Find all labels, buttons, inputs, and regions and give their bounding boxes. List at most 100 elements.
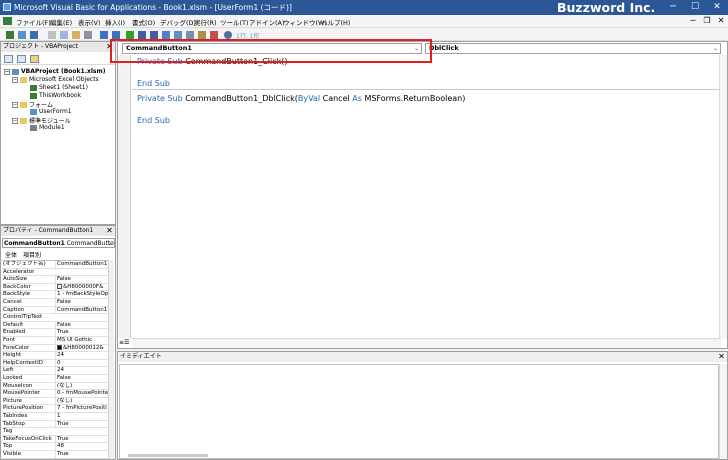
property-row[interactable]: TabStop True	[2, 420, 108, 429]
excel-icon[interactable]	[3, 17, 12, 25]
immediate-vertical-scrollbar[interactable]	[719, 364, 727, 459]
property-value[interactable]: 1 - fmBackStyleOp	[55, 291, 108, 299]
close-button[interactable]: ✕	[706, 0, 728, 15]
property-value[interactable]: True	[55, 435, 108, 443]
immediate-input-area[interactable]	[119, 364, 719, 459]
properties-scrollbar[interactable]	[108, 260, 114, 459]
menu-format[interactable]: 書式(O)	[132, 17, 155, 27]
property-value[interactable]: True	[55, 420, 108, 428]
view-excel-icon[interactable]	[6, 31, 14, 39]
property-row[interactable]: Tag	[2, 428, 108, 436]
code-vertical-scrollbar[interactable]	[719, 55, 727, 338]
property-row[interactable]: (オブジェクト名) CommandButton1	[2, 261, 108, 269]
property-value[interactable]: True	[55, 451, 108, 458]
menu-debug[interactable]: デバッグ(D)	[160, 17, 196, 27]
toggle-folders-icon[interactable]	[30, 55, 39, 63]
object-selector[interactable]: CommandButton1 CommandButton ⌄	[2, 238, 115, 248]
tree-item-sheet1[interactable]: Sheet1 (Sheet1)	[30, 84, 88, 91]
code-line[interactable]: Private Sub CommandButton1_DblClick(ByVa…	[137, 94, 465, 103]
menu-help[interactable]: ヘルプ(H)	[321, 17, 350, 27]
undo-icon[interactable]	[100, 31, 108, 39]
immediate-close-button[interactable]: ✕	[717, 352, 726, 361]
paste-icon[interactable]	[72, 31, 80, 39]
property-row[interactable]: Default False	[2, 321, 108, 330]
object-browser-icon[interactable]	[198, 31, 206, 39]
find-icon[interactable]	[84, 31, 92, 39]
property-row[interactable]: AutoSize False	[2, 276, 108, 284]
design-mode-icon[interactable]	[162, 31, 170, 39]
property-value[interactable]: False	[55, 321, 108, 329]
property-value[interactable]: 0	[55, 359, 108, 367]
menu-file[interactable]: ファイル(F)	[16, 17, 51, 27]
toolbox-icon[interactable]	[210, 31, 218, 39]
project-explorer-icon[interactable]	[174, 31, 182, 39]
maximize-button[interactable]: ☐	[684, 0, 706, 15]
property-row[interactable]: TabIndex 1	[2, 413, 108, 421]
chevron-down-icon[interactable]: ⌄	[108, 239, 113, 247]
property-row[interactable]: ControlTipText	[2, 314, 108, 322]
property-value[interactable]: 1	[55, 413, 108, 420]
chevron-down-icon[interactable]: ⌄	[713, 44, 718, 53]
property-row[interactable]: Left 24	[2, 367, 108, 375]
save-icon[interactable]	[30, 31, 38, 39]
help-icon[interactable]	[224, 31, 232, 39]
property-value[interactable]: True	[55, 329, 108, 337]
property-row[interactable]: Accelerator	[2, 269, 108, 277]
property-value[interactable]: 48	[55, 443, 108, 451]
immediate-horizontal-scrollbar[interactable]	[128, 454, 208, 457]
code-line[interactable]: End Sub	[137, 79, 170, 88]
mdi-minimize-button[interactable]: ─	[688, 16, 698, 26]
tab-categorized[interactable]: 項目別	[23, 250, 41, 259]
property-row[interactable]: Font MS UI Gothic	[2, 337, 108, 345]
menu-tools[interactable]: ツール(T)	[220, 17, 249, 27]
collapse-icon[interactable]: −	[12, 76, 18, 83]
properties-window-icon[interactable]	[186, 31, 194, 39]
collapse-icon[interactable]: −	[12, 101, 18, 108]
property-row[interactable]: Enabled True	[2, 329, 108, 337]
code-view-toggle[interactable]: ≡☰	[119, 339, 132, 347]
property-row[interactable]: Height 24	[2, 352, 108, 360]
view-object-icon[interactable]	[17, 55, 26, 63]
break-icon[interactable]	[138, 31, 146, 39]
properties-close-button[interactable]: ✕	[105, 226, 114, 235]
menu-run[interactable]: 実行(R)	[194, 17, 217, 27]
property-value[interactable]: CommandButton1	[55, 261, 108, 268]
property-row[interactable]: HelpContextID 0	[2, 359, 108, 368]
property-value[interactable]: (なし)	[55, 397, 108, 405]
property-row[interactable]: Picture (なし)	[2, 397, 108, 406]
menu-addins[interactable]: アドイン(A)	[249, 17, 285, 27]
property-row[interactable]: Top 48	[2, 443, 108, 451]
collapse-icon[interactable]: −	[4, 68, 10, 75]
property-value[interactable]: 24	[55, 352, 108, 360]
property-row[interactable]: BackStyle 1 - fmBackStyleOp	[2, 291, 108, 299]
tree-item-excel-objects[interactable]: − Microsoft Excel Objects	[12, 76, 99, 83]
property-row[interactable]: MouseIcon (なし)	[2, 382, 108, 391]
property-value[interactable]: 0 - fmMousePointe	[55, 390, 108, 398]
code-line[interactable]: End Sub	[137, 116, 170, 125]
redo-icon[interactable]	[112, 31, 120, 39]
cut-icon[interactable]	[48, 31, 56, 39]
insert-userform-icon[interactable]	[18, 31, 26, 39]
property-value[interactable]: False	[55, 276, 108, 284]
property-row[interactable]: Caption CommandButton1	[2, 306, 108, 315]
property-row[interactable]: BackColor &H8000000F&	[2, 283, 108, 292]
tree-item-vbaproject[interactable]: − VBAProject (Book1.xlsm)	[4, 68, 105, 75]
minimize-button[interactable]: ─	[662, 0, 684, 15]
property-row[interactable]: TakeFocusOnClick True	[2, 435, 108, 444]
property-row[interactable]: Visible True	[2, 451, 108, 459]
view-code-icon[interactable]	[4, 55, 13, 63]
property-value[interactable]: 7 - fmPicturePositi	[55, 405, 108, 413]
property-value[interactable]: 24	[55, 367, 108, 375]
property-row[interactable]: PicturePosition 7 - fmPicturePositi	[2, 405, 108, 413]
property-row[interactable]: Locked False	[2, 375, 108, 383]
mdi-close-button[interactable]: ✕	[716, 16, 726, 26]
reset-icon[interactable]	[150, 31, 158, 39]
property-value[interactable]: &H8000000F&	[55, 283, 108, 291]
property-value[interactable]: False	[55, 375, 108, 382]
collapse-icon[interactable]: −	[12, 117, 18, 124]
tree-item-thisworkbook[interactable]: ThisWorkbook	[30, 92, 81, 99]
procedure-combo[interactable]: DblClick ⌄	[425, 43, 721, 54]
property-row[interactable]: ForeColor &H80000012&	[2, 344, 108, 353]
code-horizontal-scrollbar[interactable]	[132, 338, 721, 348]
property-value[interactable]: &H80000012&	[55, 344, 108, 352]
